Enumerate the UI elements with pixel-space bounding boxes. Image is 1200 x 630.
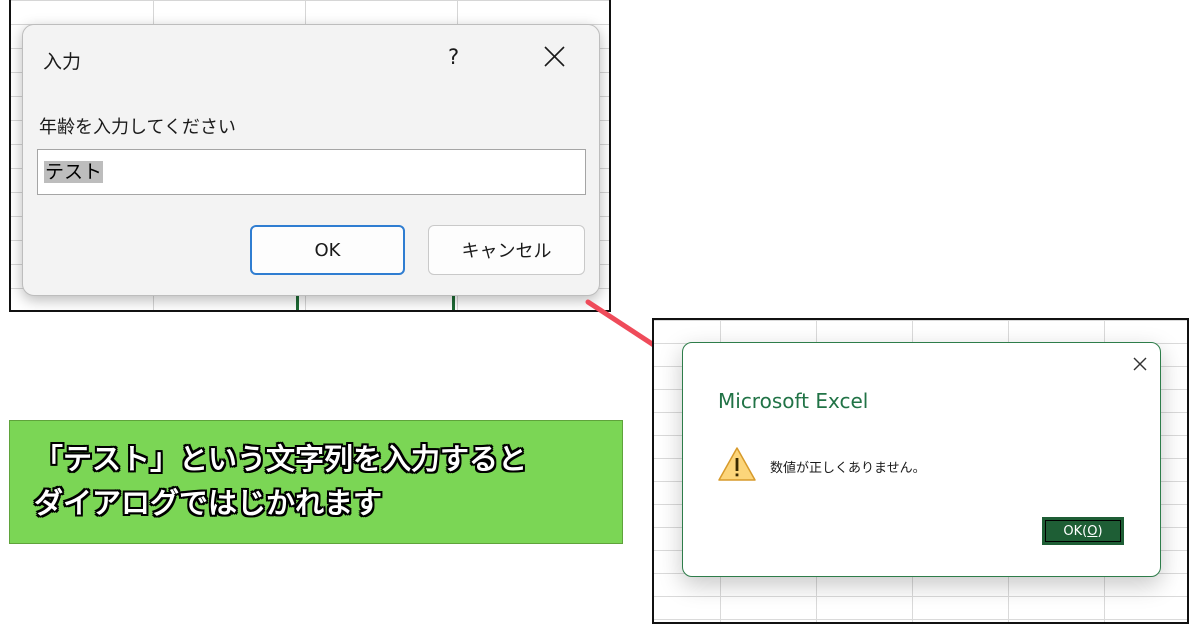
caption-line-2: ダイアログではじかれます <box>34 486 383 520</box>
ok-label-suffix: ) <box>1097 523 1103 539</box>
error-message: 数値が正しくありません。 <box>770 461 926 476</box>
ok-label-prefix: OK( <box>1063 523 1088 539</box>
excel-error-screenshot: Microsoft Excel 数値が正しくありません。 OK(O) <box>652 318 1189 624</box>
close-button[interactable] <box>1129 353 1151 375</box>
caption-box: 「テスト」という文字列を入力すると ダイアログではじかれます <box>9 420 623 544</box>
warning-icon <box>718 447 756 481</box>
ok-accelerator-key: O <box>1087 523 1098 539</box>
close-icon <box>1133 357 1147 371</box>
error-dialog: Microsoft Excel 数値が正しくありません。 OK(O) <box>682 342 1161 577</box>
dialog-title: Microsoft Excel <box>718 389 869 413</box>
ok-button[interactable]: OK(O) <box>1042 517 1124 545</box>
caption-line-1: 「テスト」という文字列を入力すると <box>34 442 528 476</box>
